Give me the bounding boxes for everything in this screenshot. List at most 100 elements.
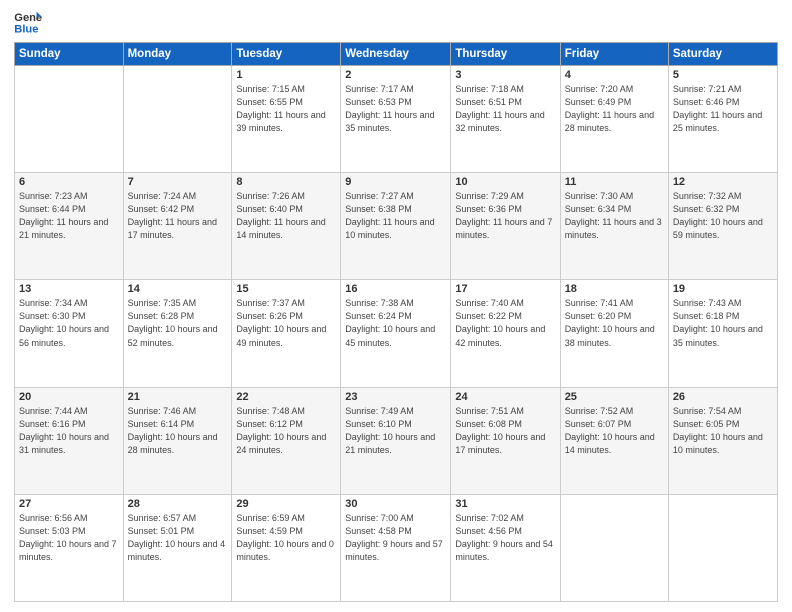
day-detail: Sunrise: 7:51 AM Sunset: 6:08 PM Dayligh… (455, 405, 555, 457)
day-number: 29 (236, 498, 336, 510)
calendar-day-cell: 21 Sunrise: 7:46 AM Sunset: 6:14 PM Dayli… (123, 387, 232, 494)
day-detail: Sunrise: 7:41 AM Sunset: 6:20 PM Dayligh… (565, 297, 664, 349)
calendar-week-row: 13 Sunrise: 7:34 AM Sunset: 6:30 PM Dayli… (15, 280, 778, 387)
day-detail: Sunrise: 7:17 AM Sunset: 6:53 PM Dayligh… (345, 83, 446, 135)
day-detail: Sunrise: 6:59 AM Sunset: 4:59 PM Dayligh… (236, 512, 336, 564)
calendar-week-row: 20 Sunrise: 7:44 AM Sunset: 6:16 PM Dayli… (15, 387, 778, 494)
day-number: 10 (455, 176, 555, 188)
calendar-day-cell (668, 494, 777, 601)
calendar-week-row: 6Sunrise: 7:23 AM Sunset: 6:44 PM Daylig… (15, 173, 778, 280)
day-number: 16 (345, 283, 446, 295)
day-detail: Sunrise: 7:46 AM Sunset: 6:14 PM Dayligh… (128, 405, 228, 457)
day-detail: Sunrise: 7:44 AM Sunset: 6:16 PM Dayligh… (19, 405, 119, 457)
day-number: 5 (673, 69, 773, 81)
calendar-day-cell: 15 Sunrise: 7:37 AM Sunset: 6:26 PM Dayli… (232, 280, 341, 387)
day-number: 15 (236, 283, 336, 295)
day-number: 14 (128, 283, 228, 295)
calendar-header-row: SundayMondayTuesdayWednesdayThursdayFrid… (15, 43, 778, 66)
calendar-header-cell: Monday (123, 43, 232, 66)
day-detail: Sunrise: 6:56 AM Sunset: 5:03 PM Dayligh… (19, 512, 119, 564)
day-number: 3 (455, 69, 555, 81)
day-detail: Sunrise: 7:37 AM Sunset: 6:26 PM Dayligh… (236, 297, 336, 349)
day-number: 1 (236, 69, 336, 81)
calendar-header-cell: Wednesday (341, 43, 451, 66)
calendar-day-cell (15, 66, 124, 173)
calendar-day-cell (123, 66, 232, 173)
calendar-day-cell: 8 Sunrise: 7:26 AM Sunset: 6:40 PM Daylig… (232, 173, 341, 280)
day-detail: Sunrise: 7:18 AM Sunset: 6:51 PM Dayligh… (455, 83, 555, 135)
day-detail: Sunrise: 7:54 AM Sunset: 6:05 PM Dayligh… (673, 405, 773, 457)
day-detail: Sunrise: 7:43 AM Sunset: 6:18 PM Dayligh… (673, 297, 773, 349)
day-detail: Sunrise: 7:35 AM Sunset: 6:28 PM Dayligh… (128, 297, 228, 349)
day-number: 24 (455, 391, 555, 403)
day-detail: Sunrise: 7:26 AM Sunset: 6:40 PM Dayligh… (236, 190, 336, 242)
day-detail: Sunrise: 7:21 AM Sunset: 6:46 PM Dayligh… (673, 83, 773, 135)
calendar-day-cell: 22Sunrise: 7:48 AM Sunset: 6:12 PM Dayli… (232, 387, 341, 494)
calendar-day-cell: 19Sunrise: 7:43 AM Sunset: 6:18 PM Dayli… (668, 280, 777, 387)
day-number: 11 (565, 176, 664, 188)
day-number: 21 (128, 391, 228, 403)
day-detail: Sunrise: 7:40 AM Sunset: 6:22 PM Dayligh… (455, 297, 555, 349)
calendar-day-cell: 29 Sunrise: 6:59 AM Sunset: 4:59 PM Dayli… (232, 494, 341, 601)
calendar-header-cell: Tuesday (232, 43, 341, 66)
day-number: 23 (345, 391, 446, 403)
calendar-day-cell: 17 Sunrise: 7:40 AM Sunset: 6:22 PM Dayli… (451, 280, 560, 387)
calendar-day-cell: 30Sunrise: 7:00 AM Sunset: 4:58 PM Dayli… (341, 494, 451, 601)
calendar-header-cell: Friday (560, 43, 668, 66)
calendar-day-cell: 1 Sunrise: 7:15 AM Sunset: 6:55 PM Daylig… (232, 66, 341, 173)
day-number: 9 (345, 176, 446, 188)
day-detail: Sunrise: 7:32 AM Sunset: 6:32 PM Dayligh… (673, 190, 773, 242)
day-number: 2 (345, 69, 446, 81)
calendar-day-cell: 20 Sunrise: 7:44 AM Sunset: 6:16 PM Dayli… (15, 387, 124, 494)
day-number: 25 (565, 391, 664, 403)
day-number: 28 (128, 498, 228, 510)
day-number: 12 (673, 176, 773, 188)
calendar-day-cell: 6Sunrise: 7:23 AM Sunset: 6:44 PM Daylig… (15, 173, 124, 280)
day-detail: Sunrise: 7:24 AM Sunset: 6:42 PM Dayligh… (128, 190, 228, 242)
calendar-day-cell: 9 Sunrise: 7:27 AM Sunset: 6:38 PM Daylig… (341, 173, 451, 280)
day-detail: Sunrise: 7:52 AM Sunset: 6:07 PM Dayligh… (565, 405, 664, 457)
day-number: 27 (19, 498, 119, 510)
day-detail: Sunrise: 7:15 AM Sunset: 6:55 PM Dayligh… (236, 83, 336, 135)
calendar-day-cell: 12 Sunrise: 7:32 AM Sunset: 6:32 PM Dayli… (668, 173, 777, 280)
logo-icon: General Blue (14, 10, 42, 34)
day-detail: Sunrise: 7:34 AM Sunset: 6:30 PM Dayligh… (19, 297, 119, 349)
calendar-day-cell: 24 Sunrise: 7:51 AM Sunset: 6:08 PM Dayli… (451, 387, 560, 494)
calendar-day-cell: 2 Sunrise: 7:17 AM Sunset: 6:53 PM Daylig… (341, 66, 451, 173)
day-detail: Sunrise: 7:23 AM Sunset: 6:44 PM Dayligh… (19, 190, 119, 242)
day-number: 26 (673, 391, 773, 403)
calendar-day-cell: 5 Sunrise: 7:21 AM Sunset: 6:46 PM Daylig… (668, 66, 777, 173)
calendar-header-cell: Sunday (15, 43, 124, 66)
day-number: 30 (345, 498, 446, 510)
day-detail: Sunrise: 7:48 AM Sunset: 6:12 PM Dayligh… (236, 405, 336, 457)
calendar-day-cell: 31Sunrise: 7:02 AM Sunset: 4:56 PM Dayli… (451, 494, 560, 601)
day-detail: Sunrise: 7:20 AM Sunset: 6:49 PM Dayligh… (565, 83, 664, 135)
calendar-day-cell: 3 Sunrise: 7:18 AM Sunset: 6:51 PM Daylig… (451, 66, 560, 173)
day-detail: Sunrise: 7:49 AM Sunset: 6:10 PM Dayligh… (345, 405, 446, 457)
day-number: 18 (565, 283, 664, 295)
calendar-day-cell: 16Sunrise: 7:38 AM Sunset: 6:24 PM Dayli… (341, 280, 451, 387)
calendar-day-cell: 26 Sunrise: 7:54 AM Sunset: 6:05 PM Dayli… (668, 387, 777, 494)
day-detail: Sunrise: 6:57 AM Sunset: 5:01 PM Dayligh… (128, 512, 228, 564)
calendar-body: 1 Sunrise: 7:15 AM Sunset: 6:55 PM Daylig… (15, 66, 778, 602)
calendar-day-cell: 18 Sunrise: 7:41 AM Sunset: 6:20 PM Dayli… (560, 280, 668, 387)
day-number: 4 (565, 69, 664, 81)
day-number: 20 (19, 391, 119, 403)
calendar-day-cell: 14 Sunrise: 7:35 AM Sunset: 6:28 PM Dayli… (123, 280, 232, 387)
day-detail: Sunrise: 7:02 AM Sunset: 4:56 PM Dayligh… (455, 512, 555, 564)
calendar-day-cell: 10Sunrise: 7:29 AM Sunset: 6:36 PM Dayli… (451, 173, 560, 280)
day-number: 8 (236, 176, 336, 188)
page: General Blue SundayMondayTuesdayWednesda… (0, 0, 792, 612)
calendar-week-row: 1 Sunrise: 7:15 AM Sunset: 6:55 PM Daylig… (15, 66, 778, 173)
calendar-week-row: 27 Sunrise: 6:56 AM Sunset: 5:03 PM Dayli… (15, 494, 778, 601)
calendar-table: SundayMondayTuesdayWednesdayThursdayFrid… (14, 42, 778, 602)
calendar-day-cell: 23 Sunrise: 7:49 AM Sunset: 6:10 PM Dayli… (341, 387, 451, 494)
calendar-day-cell: 25 Sunrise: 7:52 AM Sunset: 6:07 PM Dayli… (560, 387, 668, 494)
calendar-day-cell: 27 Sunrise: 6:56 AM Sunset: 5:03 PM Dayli… (15, 494, 124, 601)
day-number: 13 (19, 283, 119, 295)
calendar-day-cell: 13 Sunrise: 7:34 AM Sunset: 6:30 PM Dayli… (15, 280, 124, 387)
day-number: 17 (455, 283, 555, 295)
svg-text:Blue: Blue (14, 23, 38, 34)
day-detail: Sunrise: 7:27 AM Sunset: 6:38 PM Dayligh… (345, 190, 446, 242)
logo: General Blue (14, 10, 42, 34)
